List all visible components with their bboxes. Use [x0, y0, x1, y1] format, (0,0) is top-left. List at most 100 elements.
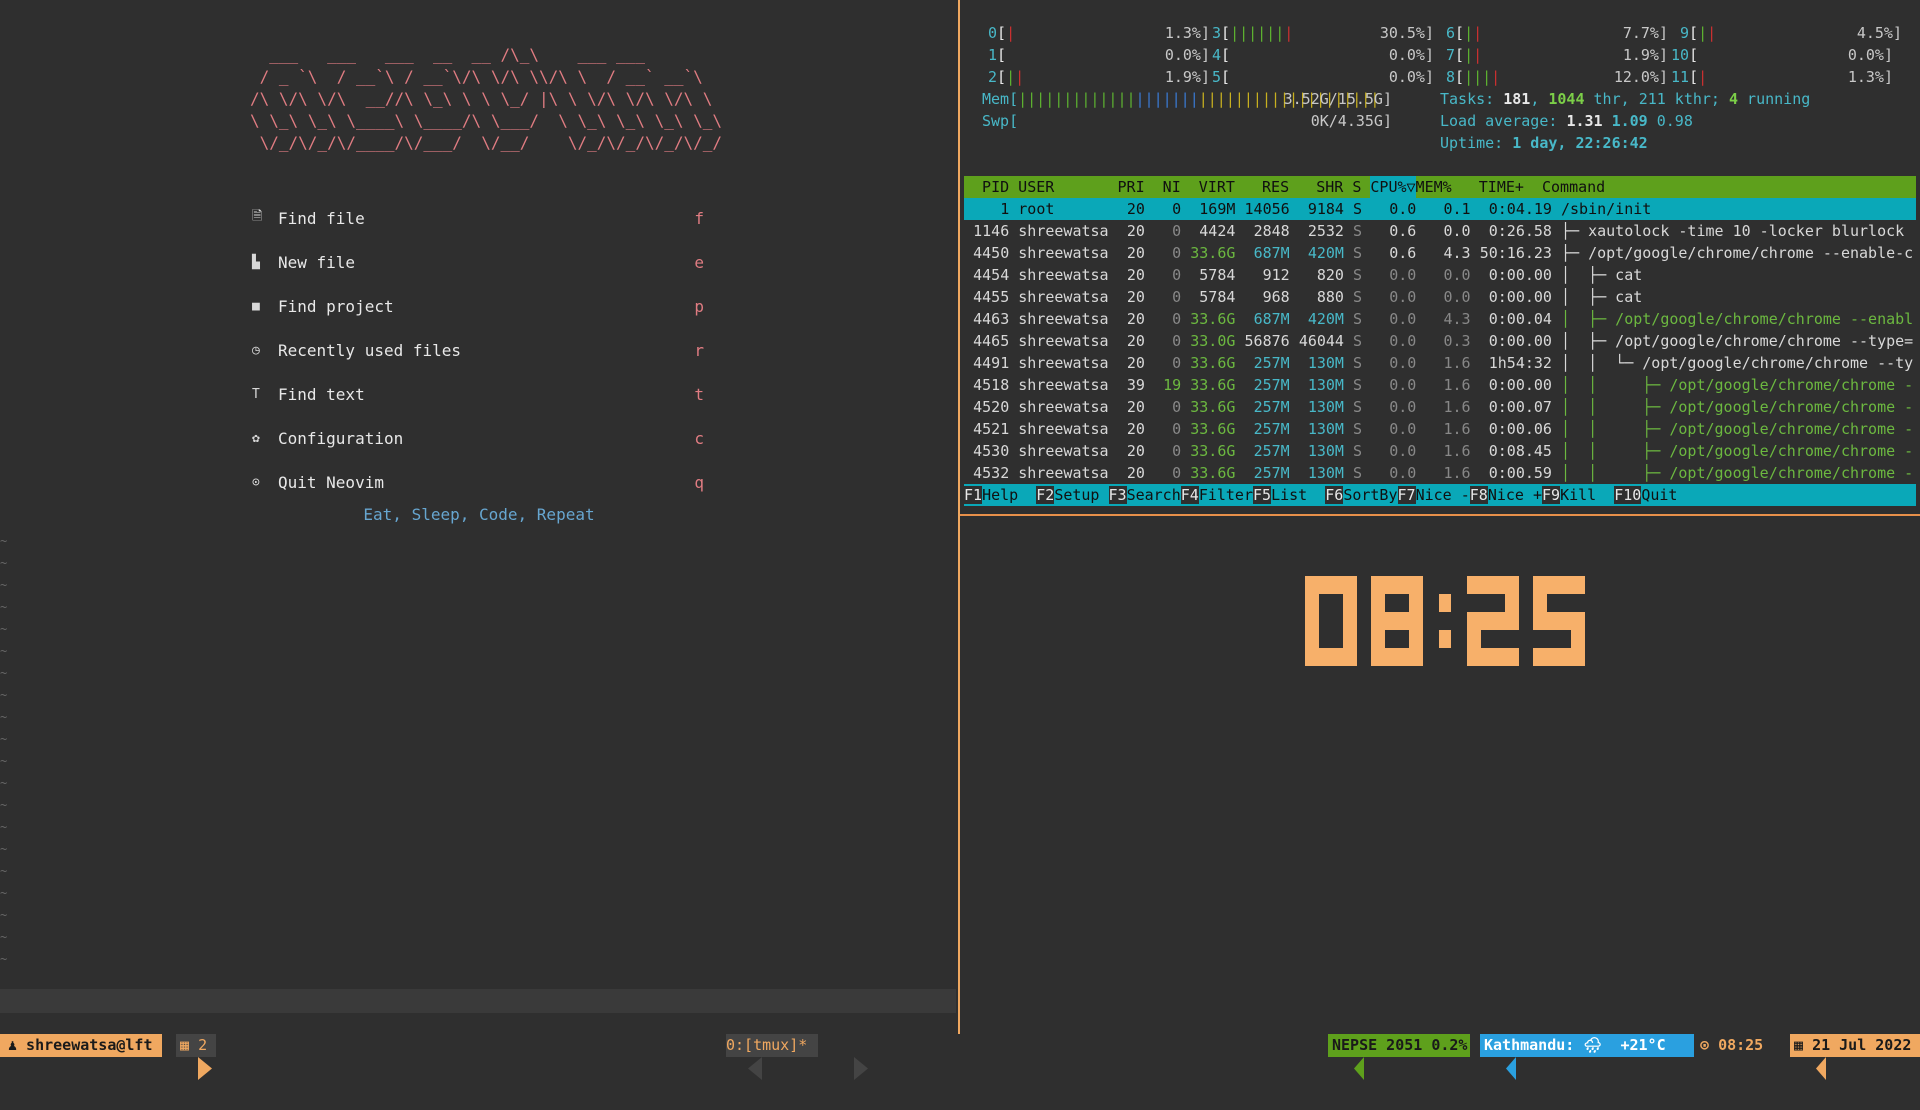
- process-row[interactable]: 4465 shreewatsa 20 0 33.0G 56876 46044 S…: [964, 330, 1916, 352]
- clock-segment: [1409, 630, 1423, 648]
- process-row[interactable]: 4520 shreewatsa 20 0 33.6G 257M 130M S 0…: [964, 396, 1916, 418]
- sort-column-cpu[interactable]: CPU%▽: [1370, 176, 1416, 198]
- process-ni: 0: [1172, 354, 1182, 372]
- fkey-kill[interactable]: F9Kill: [1542, 486, 1614, 504]
- fkey-label: SortBy: [1343, 486, 1398, 504]
- fkey-nice-[interactable]: F7Nice -: [1397, 486, 1470, 504]
- gear-icon: ✿: [252, 430, 260, 446]
- process-res: 257M: [1253, 354, 1290, 372]
- clock-segment: [1343, 648, 1357, 666]
- clock-segment: [1385, 612, 1409, 630]
- clock-segment: [1319, 576, 1343, 594]
- process-row[interactable]: 4521 shreewatsa 20 0 33.6G 257M 130M S 0…: [964, 418, 1916, 440]
- process-mem: 0.0: [1443, 288, 1471, 306]
- clock-segment: [1371, 648, 1385, 666]
- dashboard-item-recently-used-files[interactable]: ◷ Recently used files r: [252, 328, 704, 372]
- fkey-nice+[interactable]: F8Nice +: [1469, 486, 1542, 504]
- process-s: S: [1353, 354, 1363, 372]
- process-res: 257M: [1253, 376, 1290, 394]
- dashboard-item-find-project[interactable]: ■ Find project p: [252, 284, 704, 328]
- fkey-key: F9: [1542, 486, 1561, 504]
- process-row[interactable]: 1 root 20 0 169M 14056 9184 S 0.0 0.1 0:…: [964, 198, 1916, 220]
- process-table-header[interactable]: PID USER PRI NI VIRT RES SHR S CPU%▽MEM%…: [964, 176, 1916, 198]
- process-row[interactable]: 4518 shreewatsa 39 19 33.6G 257M 130M S …: [964, 374, 1916, 396]
- process-time: 0:26.58: [1488, 222, 1552, 240]
- clock-segment: [1571, 630, 1585, 648]
- clock-segment: [1547, 612, 1571, 630]
- cpu-value: 0.0%]: [1388, 68, 1434, 86]
- process-time: 0:08.45: [1488, 442, 1552, 460]
- process-user: shreewatsa: [1018, 266, 1109, 284]
- fkey-label: Search: [1126, 486, 1181, 504]
- process-s: S: [1353, 376, 1363, 394]
- dashboard-item-new-file[interactable]: ▙ New file e: [252, 240, 704, 284]
- process-res: 257M: [1253, 442, 1290, 460]
- process-pri: 39: [1126, 376, 1145, 394]
- dashboard-item-label: Configuration: [278, 428, 404, 448]
- process-cpu: 0.0: [1389, 442, 1417, 460]
- fkey-label: Nice -: [1415, 486, 1470, 504]
- process-shr: 130M: [1307, 354, 1344, 372]
- neovim-ascii-logo: ___ ___ ___ __ __ /\_\ ___ ___ / _ `\ / …: [250, 45, 723, 152]
- process-mem: 1.6: [1443, 464, 1471, 482]
- dashboard-item-shortcut: q: [694, 472, 704, 492]
- swp-label: Swp[: [982, 112, 1019, 130]
- dashboard-item-quit-neovim[interactable]: ⊙ Quit Neovim q: [252, 460, 704, 504]
- fkey-setup[interactable]: F2Setup: [1036, 486, 1108, 504]
- process-pri: 20: [1126, 420, 1145, 438]
- htop-pane[interactable]: 0[| 1.3%] 1[0.0%] 2[|| 1.9%] 3[||||||| 30.5%] 4…: [960, 0, 1920, 508]
- cpu-index: 5: [1212, 68, 1222, 86]
- window-count[interactable]: ▦ 2: [176, 1034, 216, 1057]
- command-line[interactable]: [0, 989, 956, 1013]
- clock-segment: [1409, 576, 1423, 594]
- fkey-list[interactable]: F5List: [1253, 486, 1325, 504]
- process-shr: 9184: [1307, 200, 1344, 218]
- process-virt: 4424: [1199, 222, 1236, 240]
- process-shr: 2532: [1307, 222, 1344, 240]
- clock-segment: [1571, 576, 1585, 594]
- clock-segment: [1385, 648, 1409, 666]
- process-row[interactable]: 4530 shreewatsa 20 0 33.6G 257M 130M S 0…: [964, 440, 1916, 462]
- dashboard-item-shortcut: t: [694, 384, 704, 404]
- process-row[interactable]: 4454 shreewatsa 20 0 5784 912 820 S 0.0 …: [964, 264, 1916, 286]
- process-row[interactable]: 1146 shreewatsa 20 0 4424 2848 2532 S 0.…: [964, 220, 1916, 242]
- neovim-pane[interactable]: ___ ___ ___ __ __ /\_\ ___ ___ / _ `\ / …: [0, 0, 958, 1034]
- process-row[interactable]: 4455 shreewatsa 20 0 5784 968 880 S 0.0 …: [964, 286, 1916, 308]
- tmux-window-tab[interactable]: 0:[tmux]*: [726, 1034, 818, 1057]
- process-row[interactable]: 4532 shreewatsa 20 0 33.6G 257M 130M S 0…: [964, 462, 1916, 484]
- process-virt: 33.6G: [1190, 310, 1236, 328]
- dashboard-item-configuration[interactable]: ✿ Configuration c: [252, 416, 704, 460]
- fkey-key: F7: [1397, 486, 1416, 504]
- fkey-sortby[interactable]: F6SortBy: [1325, 486, 1398, 504]
- dashboard-item-find-file[interactable]: 🗎 Find file f: [252, 196, 704, 240]
- clock-segment: [1547, 648, 1571, 666]
- fkey-quit[interactable]: F10Quit: [1614, 486, 1695, 504]
- clock-segment: [1409, 648, 1423, 666]
- process-mem: 0.3: [1443, 332, 1471, 350]
- cpu-index: 11: [1671, 68, 1690, 86]
- process-virt: 33.6G: [1190, 442, 1236, 460]
- process-pid: 4530: [973, 442, 1010, 460]
- process-pid: 1: [1000, 200, 1010, 218]
- fkey-search[interactable]: F3Search: [1108, 486, 1181, 504]
- process-s: S: [1353, 244, 1363, 262]
- fkey-key: F8: [1469, 486, 1488, 504]
- process-time: 1h54:32: [1488, 354, 1552, 372]
- load-5: 1.09: [1611, 112, 1648, 130]
- fkey-filter[interactable]: F4Filter: [1180, 486, 1253, 504]
- session-name[interactable]: ♟ shreewatsa@lft: [0, 1034, 162, 1057]
- process-time: 0:00.00: [1488, 376, 1552, 394]
- process-row[interactable]: 4463 shreewatsa 20 0 33.6G 687M 420M S 0…: [964, 308, 1916, 330]
- process-time: 0:00.00: [1488, 332, 1552, 350]
- threads-count: 1044: [1548, 90, 1585, 108]
- process-row[interactable]: 4491 shreewatsa 20 0 33.6G 257M 130M S 0…: [964, 352, 1916, 374]
- process-shr: 420M: [1307, 244, 1344, 262]
- dashboard-item-find-text[interactable]: T Find text t: [252, 372, 704, 416]
- process-shr: 130M: [1307, 398, 1344, 416]
- fkey-help[interactable]: F1Help: [964, 486, 1036, 504]
- process-user: shreewatsa: [1018, 310, 1109, 328]
- process-row[interactable]: 4450 shreewatsa 20 0 33.6G 687M 420M S 0…: [964, 242, 1916, 264]
- process-time: 50:16.23: [1479, 244, 1552, 262]
- process-pri: 20: [1126, 244, 1145, 262]
- load-average: Load average: 1.31 1.09 0.98: [1440, 110, 1693, 132]
